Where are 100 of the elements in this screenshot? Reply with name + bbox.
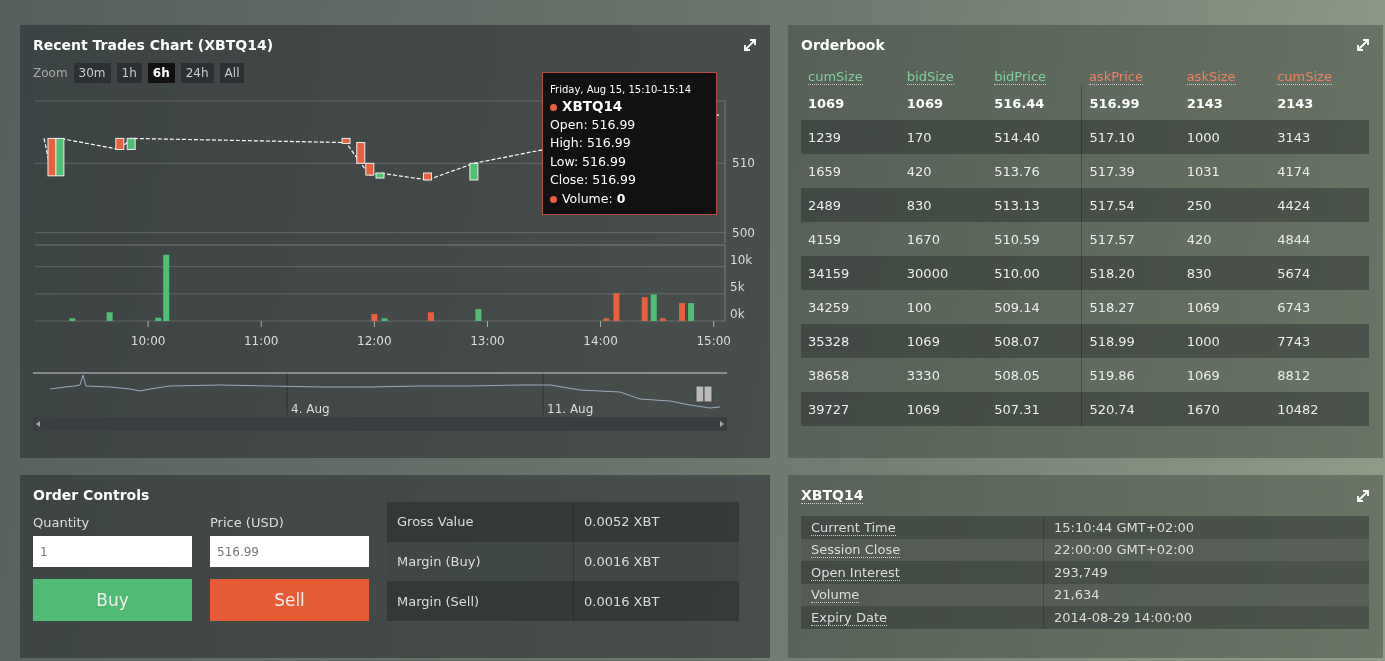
- volume-bar: [659, 318, 666, 321]
- volume-bar: [613, 293, 620, 321]
- series-name: XBTQ14: [550, 97, 710, 116]
- table-cell: 518.99: [1081, 324, 1180, 358]
- field-label: Quantity: [33, 515, 91, 530]
- zoom-button[interactable]: 6h: [147, 63, 175, 83]
- range-handle[interactable]: [695, 385, 713, 403]
- table-cell: 1069: [899, 324, 988, 358]
- volume-bar: [475, 309, 482, 321]
- zoom-button[interactable]: All: [219, 63, 245, 83]
- axis-label: 500: [732, 225, 755, 240]
- table-cell: 518.20: [1081, 256, 1180, 290]
- table-cell: 1069: [801, 86, 900, 120]
- candlestick: [341, 137, 351, 144]
- table-cell: 7743: [1270, 324, 1369, 358]
- table-cell: 2143: [1179, 86, 1271, 120]
- expand-icon[interactable]: [1357, 39, 1369, 51]
- table-cell: 1069: [899, 86, 988, 120]
- table-cell: 293,749: [1043, 561, 1369, 584]
- volume-bar: [650, 294, 657, 321]
- table-cell: 34159: [801, 256, 900, 290]
- table-cell: 35328: [801, 324, 900, 358]
- tooltip-value: Open: 516.99: [550, 115, 637, 134]
- tooltip-value: Close: 516.99: [550, 171, 637, 189]
- zoom-button[interactable]: 30m: [73, 63, 111, 83]
- right-arrow-icon[interactable]: [720, 421, 724, 427]
- column-header[interactable]: bidPrice: [994, 69, 1047, 85]
- date-label: 11. Aug: [547, 402, 594, 416]
- table-cell: 513.76: [987, 154, 1082, 188]
- tooltip-value: High: 516.99: [550, 134, 632, 152]
- info-label: Volume: [811, 587, 860, 604]
- panel-title: Order Controls: [33, 487, 150, 503]
- info-label: Open Interest: [811, 564, 900, 581]
- column-header[interactable]: askSize: [1186, 69, 1236, 85]
- expand-icon[interactable]: [1357, 489, 1369, 502]
- table-cell: 517.10: [1081, 120, 1180, 154]
- column-header[interactable]: cumSize: [808, 69, 863, 85]
- table-cell: 1000: [1179, 324, 1271, 358]
- table-cell: 520.74: [1081, 392, 1180, 426]
- volume-bar: [106, 312, 113, 321]
- table-cell: 830: [1179, 256, 1271, 290]
- tooltip-value: Volume: 0: [550, 189, 710, 208]
- buy-button[interactable]: Buy: [33, 579, 192, 621]
- table-cell: 508.07: [987, 324, 1082, 358]
- table-cell: 8812: [1270, 358, 1369, 392]
- table-cell: 1659: [801, 154, 900, 188]
- axis-label: 10k: [730, 252, 753, 267]
- table-cell: 15:10:44 GMT+02:00: [1043, 516, 1369, 539]
- sell-button[interactable]: Sell: [210, 579, 369, 621]
- table-cell: 3143: [1270, 120, 1369, 154]
- table-cell: 4159: [801, 222, 900, 256]
- table-cell: 513.13: [987, 188, 1082, 222]
- table-cell: 1031: [1179, 154, 1271, 188]
- table-cell: 250: [1179, 188, 1271, 222]
- table-cell: 420: [1179, 222, 1271, 256]
- table-cell: 30000: [899, 256, 988, 290]
- table-cell: 1670: [1179, 392, 1271, 426]
- table-cell: Margin (Sell): [387, 581, 574, 621]
- zoom-button[interactable]: 24h: [180, 63, 214, 83]
- panel-title: XBTQ14: [801, 487, 864, 504]
- zoom-label: Zoom: [33, 66, 68, 80]
- table-cell: 39727: [801, 392, 900, 426]
- table-cell: 1239: [801, 120, 900, 154]
- table-cell: 2489: [801, 188, 900, 222]
- column-header[interactable]: bidSize: [906, 69, 954, 85]
- table-cell: 516.44: [987, 86, 1082, 120]
- panel-title: Orderbook: [801, 37, 885, 53]
- info-label: Expiry Date: [811, 609, 887, 626]
- candlestick: [126, 137, 136, 150]
- table-cell: 0.0016 XBT: [573, 581, 739, 621]
- column-header[interactable]: cumSize: [1277, 69, 1332, 85]
- table-cell: 4424: [1270, 188, 1369, 222]
- scrollbar[interactable]: [33, 417, 727, 431]
- table-cell: 2014-08-29 14:00:00: [1043, 606, 1369, 629]
- table-cell: 34259: [801, 290, 900, 324]
- table-cell: 6743: [1270, 290, 1369, 324]
- tooltip-header: Friday, Aug 15, 15:10–15:14: [550, 83, 693, 97]
- table-cell: 508.05: [987, 358, 1082, 392]
- column-header[interactable]: askPrice: [1088, 69, 1143, 85]
- panel-title: Recent Trades Chart (XBTQ14): [33, 37, 274, 53]
- zoom-button[interactable]: 1h: [116, 63, 142, 83]
- input-field[interactable]: 1: [33, 536, 192, 567]
- table-cell: 170: [899, 120, 988, 154]
- volume-bar: [427, 312, 434, 321]
- axis-label: 14:00: [583, 334, 618, 348]
- table-cell: 517.54: [1081, 188, 1180, 222]
- table-cell: 2143: [1270, 86, 1369, 120]
- table-cell: 1069: [899, 392, 988, 426]
- table-cell: 518.27: [1081, 290, 1180, 324]
- table-cell: 10482: [1270, 392, 1369, 426]
- volume-bar: [679, 303, 685, 321]
- table-cell: 100: [899, 290, 988, 324]
- axis-label: 510: [732, 156, 755, 171]
- axis-label: 13:00: [470, 334, 505, 348]
- table-cell: 22:00:00 GMT+02:00: [1043, 538, 1369, 561]
- left-arrow-icon[interactable]: [36, 421, 40, 427]
- expand-icon[interactable]: [744, 39, 756, 51]
- table-cell: 0.0016 XBT: [573, 541, 739, 582]
- table-cell: 519.86: [1081, 358, 1180, 392]
- input-field[interactable]: 516.99: [210, 536, 369, 567]
